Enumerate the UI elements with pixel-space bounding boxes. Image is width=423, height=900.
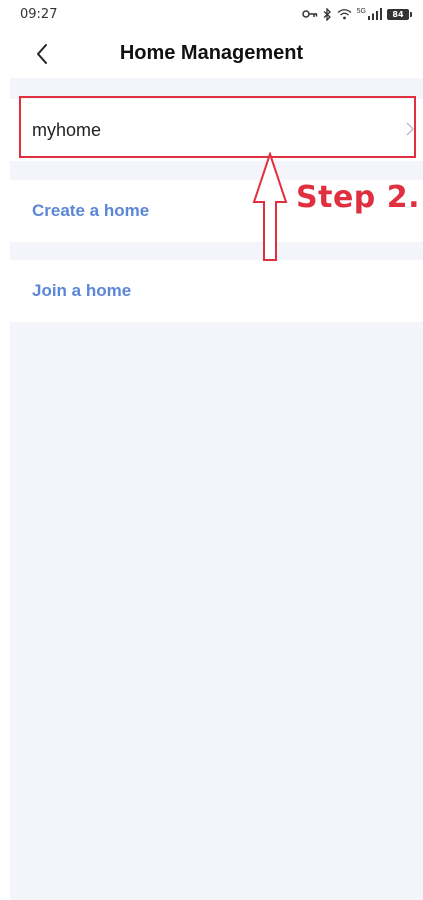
key-icon [301, 10, 317, 18]
status-time: 09:27 [20, 6, 58, 22]
step-label: Step 2. [296, 180, 420, 215]
status-bar: 09:27 5G 84 [0, 0, 423, 28]
chevron-left-icon [37, 44, 47, 64]
network-type-label: 5G [356, 7, 366, 15]
battery-icon: 84 [387, 8, 412, 20]
signal-icon [368, 8, 382, 20]
status-icons: 5G 84 [301, 7, 412, 21]
chevron-right-icon [406, 122, 414, 136]
wifi-icon [337, 9, 352, 20]
page-title: Home Management [119, 41, 304, 64]
bluetooth-icon [323, 7, 331, 21]
screen: 09:27 5G 84 Home Management myhome Creat… [0, 0, 423, 900]
home-item-myhome[interactable]: myhome [10, 99, 423, 161]
home-item-label: myhome [32, 119, 102, 140]
create-home-label: Create a home [32, 201, 150, 220]
back-button[interactable] [28, 40, 56, 68]
join-home-button[interactable]: Join a home [10, 260, 423, 322]
header: Home Management [0, 28, 423, 78]
join-home-label: Join a home [32, 281, 132, 300]
